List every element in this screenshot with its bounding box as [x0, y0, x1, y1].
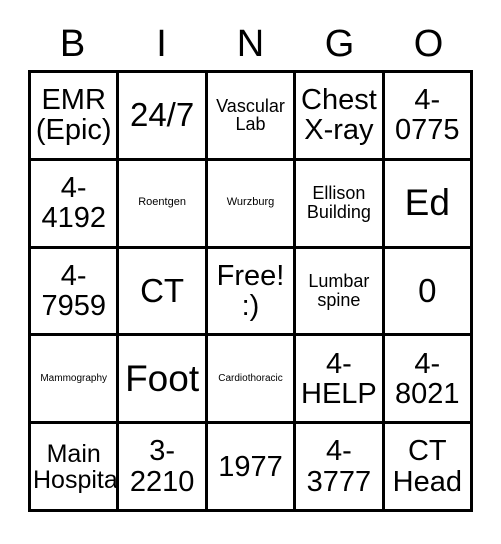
bingo-cell[interactable]: 4- 4192 [31, 160, 120, 249]
bingo-cell[interactable]: Vascular Lab [207, 73, 297, 161]
bingo-cell-text: 1977 [218, 450, 283, 483]
bingo-header-letter-text: O [413, 23, 444, 65]
bingo-cell[interactable]: 4- HELP [296, 336, 385, 425]
bingo-cell-text: Chest X-ray [301, 84, 377, 147]
bingo-header-letter-text: B [59, 23, 86, 65]
bingo-cell-text: EMR (Epic) [35, 84, 112, 147]
bingo-cell-text: 4- 3777 [306, 435, 372, 498]
bingo-cell-text: 4- 7959 [41, 259, 106, 322]
bingo-cell-text: Free! :) [216, 259, 285, 322]
bingo-cell[interactable]: 4- 7959 [31, 248, 120, 337]
bingo-cell-text: 4- 8021 [395, 347, 460, 410]
bingo-cell-text: Ellison Building [306, 183, 371, 223]
bingo-cell[interactable]: Ellison Building [296, 160, 385, 249]
bingo-cell[interactable]: Mammography [31, 336, 120, 425]
bingo-header-letter-i: I [117, 18, 206, 70]
bingo-cell-text: Cardiothoracic [218, 372, 283, 384]
bingo-grid: EMR (Epic) 24/7 Vascular Lab Chest X-ray 4- … [28, 70, 473, 512]
bingo-cell-text: 4- HELP [301, 347, 377, 410]
bingo-cell-text: Ed [404, 181, 450, 223]
bingo-header-letter-b: B [28, 18, 117, 70]
bingo-cell-text: CT Head [392, 435, 462, 498]
bingo-header-letter-g: G [295, 18, 384, 70]
bingo-cell[interactable]: 4- 0775 [384, 73, 473, 161]
bingo-header-letter-text: G [324, 23, 355, 65]
bingo-card: B I N G O EMR (Epic) 24/7 Vascular Lab Ches… [0, 0, 501, 544]
bingo-cell[interactable]: 3- 2210 [119, 424, 208, 512]
bingo-cell[interactable]: 0 [384, 248, 473, 337]
bingo-cell-text: 4- 4192 [41, 172, 106, 235]
bingo-free-space-cell[interactable]: Free! :) [207, 248, 297, 337]
bingo-header-letter-text: I [156, 23, 167, 65]
bingo-header-letter-o: O [384, 18, 473, 70]
bingo-cell[interactable]: CT Head [384, 424, 473, 512]
bingo-cell[interactable]: Cardiothoracic [207, 336, 297, 425]
bingo-cell[interactable]: CT [119, 248, 208, 337]
bingo-cell[interactable]: 1977 [207, 424, 297, 512]
bingo-cell[interactable]: Roentgen [119, 160, 208, 249]
bingo-cell-text: Main Hospital [33, 439, 120, 494]
bingo-header-row: B I N G O [28, 18, 473, 70]
bingo-cell-text: Mammography [40, 372, 108, 384]
bingo-cell[interactable]: 24/7 [119, 73, 208, 161]
bingo-cell-text: Foot [125, 357, 200, 399]
bingo-cell-text: CT [140, 271, 185, 309]
bingo-cell-text: 3- 2210 [129, 435, 195, 498]
bingo-cell[interactable]: EMR (Epic) [31, 73, 120, 161]
bingo-cell[interactable]: Foot [119, 336, 208, 425]
bingo-cell[interactable]: Main Hospital [31, 424, 120, 512]
bingo-cell[interactable]: 4- 3777 [296, 424, 385, 512]
bingo-cell[interactable]: 4- 8021 [384, 336, 473, 425]
bingo-cell-text: 0 [418, 271, 437, 309]
bingo-header-letter-text: N [236, 23, 265, 65]
bingo-cell[interactable]: Lumbar spine [296, 248, 385, 337]
bingo-cell-text: 4- 0775 [395, 84, 460, 147]
bingo-cell[interactable]: Wurzburg [207, 160, 297, 249]
bingo-cell[interactable]: Ed [384, 160, 473, 249]
bingo-cell[interactable]: Chest X-ray [296, 73, 385, 161]
bingo-cell-text: Roentgen [138, 196, 186, 209]
bingo-cell-text: Vascular Lab [216, 95, 285, 135]
bingo-header-letter-n: N [206, 18, 295, 70]
bingo-cell-text: 24/7 [129, 96, 195, 134]
bingo-cell-text: Wurzburg [226, 196, 275, 209]
bingo-cell-text: Lumbar spine [308, 271, 370, 310]
